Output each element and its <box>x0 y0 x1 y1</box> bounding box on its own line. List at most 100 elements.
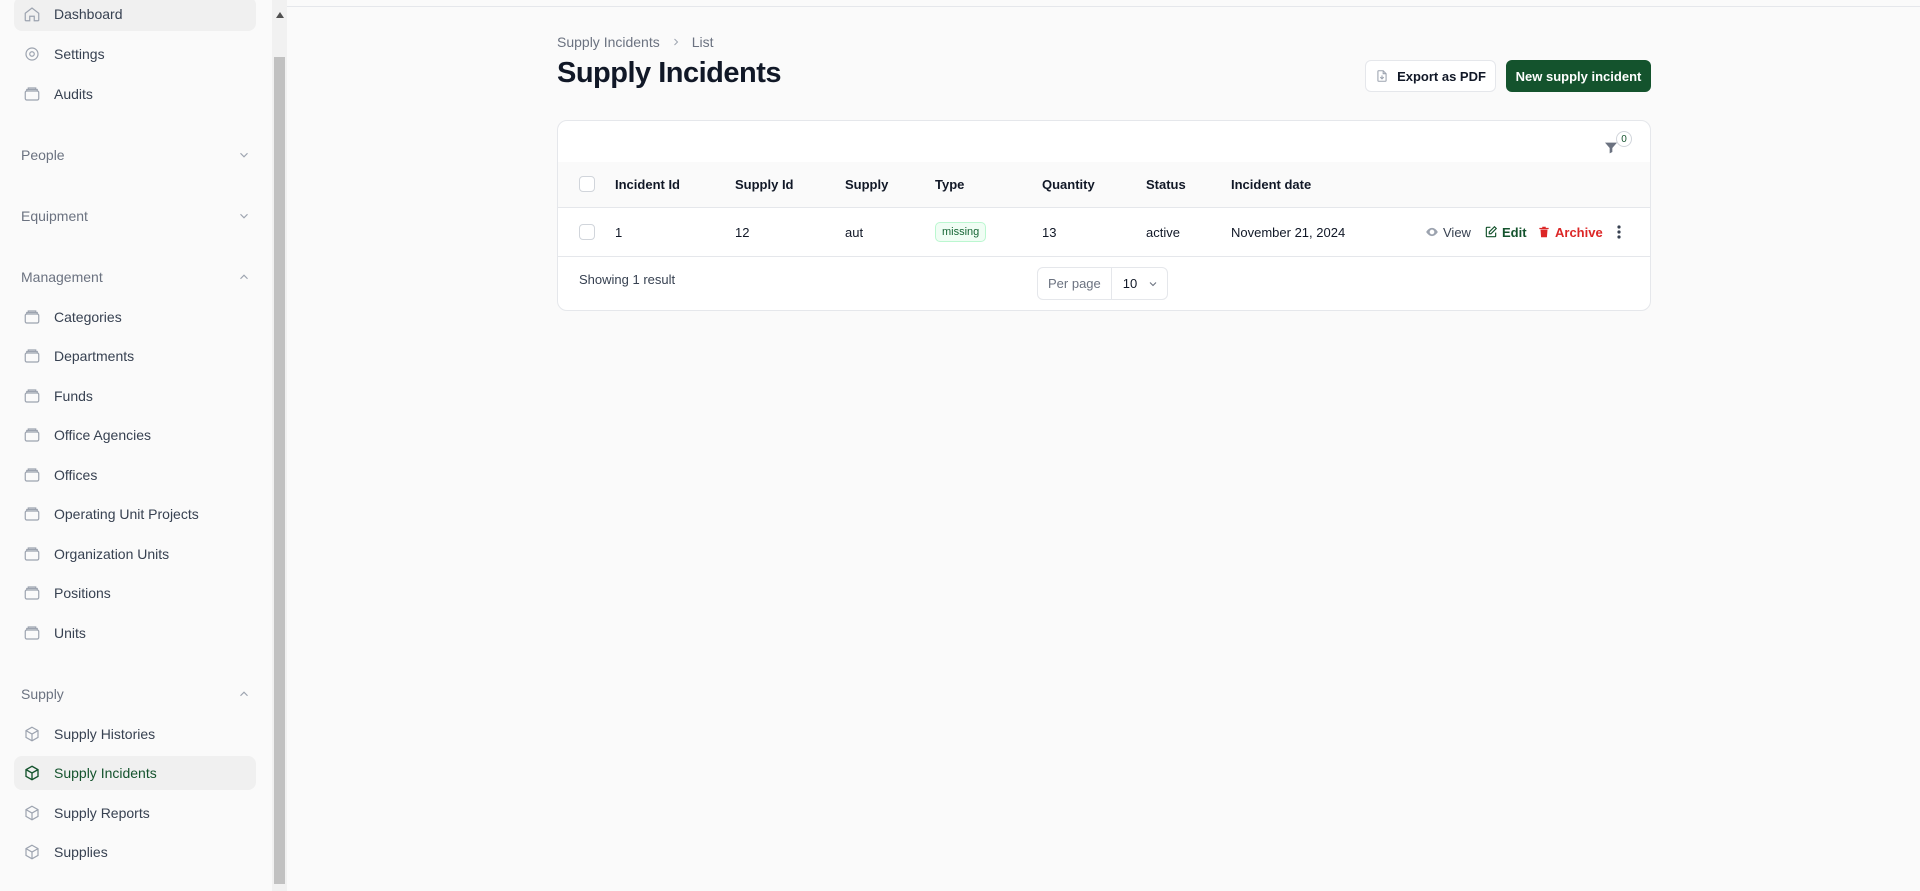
view-action-label: View <box>1443 224 1471 240</box>
per-page-value: 10 <box>1122 276 1138 291</box>
sidebar-group-supply[interactable]: Supply <box>21 686 251 702</box>
sidebar-item-operating-unit-projects[interactable]: Operating Unit Projects <box>14 497 256 531</box>
scrollbar-thumb[interactable] <box>274 57 285 884</box>
folder-icon <box>22 84 42 104</box>
sidebar-item-supplies[interactable]: Supplies <box>14 835 256 869</box>
column-header-quantity[interactable]: Quantity <box>1042 162 1095 207</box>
table-header: Incident Id Supply Id Supply Type Quanti… <box>558 162 1650 207</box>
sidebar-item-label: Positions <box>54 585 111 601</box>
sidebar-item-office-agencies[interactable]: Office Agencies <box>14 418 256 452</box>
incidents-table-card: 0 Incident Id Supply Id Supply Type Quan… <box>557 120 1651 311</box>
chevron-down-icon <box>237 148 251 162</box>
sidebar-item-label: Categories <box>54 309 122 325</box>
sidebar-item-supply-reports[interactable]: Supply Reports <box>14 796 256 830</box>
select-all-checkbox[interactable] <box>579 176 595 192</box>
cube-icon <box>22 763 42 783</box>
sidebar-group-label: Equipment <box>21 208 88 224</box>
home-icon <box>22 4 42 24</box>
folder-icon <box>22 583 42 603</box>
sidebar-item-label: Office Agencies <box>54 427 152 443</box>
per-page-select[interactable]: 10 <box>1112 268 1167 299</box>
column-header-supply[interactable]: Supply <box>845 162 888 207</box>
column-header-incident-date[interactable]: Incident date <box>1231 162 1311 207</box>
cell-incident-id: 1 <box>615 224 623 240</box>
folder-icon <box>22 307 42 327</box>
breadcrumb-parent-link[interactable]: Supply Incidents <box>557 34 660 50</box>
cell-status: active <box>1146 224 1180 240</box>
archive-action[interactable]: Archive <box>1537 208 1603 256</box>
archive-action-label: Archive <box>1555 224 1603 240</box>
cube-icon <box>22 842 42 862</box>
sidebar-group-label: Management <box>21 269 103 285</box>
sidebar-item-organization-units[interactable]: Organization Units <box>14 537 256 571</box>
cube-icon <box>22 803 42 823</box>
per-page-control: Per page 10 <box>1037 267 1169 300</box>
column-header-incident-id[interactable]: Incident Id <box>615 162 680 207</box>
cell-supply-id: 12 <box>735 224 750 240</box>
sidebar-item-supply-histories[interactable]: Supply Histories <box>14 717 256 751</box>
filter-button[interactable]: 0 <box>1602 131 1632 157</box>
sidebar-item-label: Settings <box>54 46 105 62</box>
chevron-right-icon <box>670 36 682 48</box>
sidebar: Dashboard Settings Audits People Equipme… <box>0 0 272 891</box>
cell-quantity: 13 <box>1042 224 1057 240</box>
row-checkbox[interactable] <box>579 224 595 240</box>
page-title: Supply Incidents <box>557 57 782 89</box>
sidebar-item-label: Units <box>54 625 86 641</box>
per-page-label: Per page <box>1038 268 1112 299</box>
sidebar-item-units[interactable]: Units <box>14 616 256 650</box>
sidebar-item-label: Departments <box>54 348 135 364</box>
edit-action-label: Edit <box>1502 224 1527 240</box>
cell-supply: aut <box>845 224 864 240</box>
table-row[interactable]: 1 12 aut missing 13 active November 21, … <box>558 208 1650 256</box>
breadcrumb-current: List <box>691 34 714 50</box>
sidebar-item-categories[interactable]: Categories <box>14 300 256 334</box>
eye-icon <box>1425 225 1439 239</box>
sidebar-item-supply-incidents[interactable]: Supply Incidents <box>14 756 256 790</box>
sidebar-group-management[interactable]: Management <box>21 269 251 285</box>
trash-icon <box>1537 225 1551 239</box>
view-action[interactable]: View <box>1425 208 1471 256</box>
sidebar-item-label: Operating Unit Projects <box>54 506 199 522</box>
sidebar-scrollbar[interactable] <box>272 0 287 891</box>
column-header-status[interactable]: Status <box>1146 162 1186 207</box>
sidebar-item-positions[interactable]: Positions <box>14 576 256 610</box>
chevron-down-icon <box>1147 278 1159 290</box>
sidebar-group-label: People <box>21 147 65 163</box>
sidebar-group-equipment[interactable]: Equipment <box>21 208 251 224</box>
sidebar-item-label: Offices <box>54 467 98 483</box>
gear-icon <box>22 44 42 64</box>
type-badge: missing <box>935 222 987 242</box>
chevron-down-icon <box>237 209 251 223</box>
column-header-type[interactable]: Type <box>935 162 964 207</box>
sidebar-group-label: Supply <box>21 686 64 702</box>
cell-incident-date: November 21, 2024 <box>1231 224 1346 240</box>
sidebar-item-dashboard[interactable]: Dashboard <box>14 0 256 31</box>
column-header-supply-id[interactable]: Supply Id <box>735 162 794 207</box>
cell-type: missing <box>935 208 987 256</box>
export-pdf-label: Export as PDF <box>1397 68 1486 84</box>
edit-icon <box>1484 225 1498 239</box>
folder-icon <box>22 504 42 524</box>
sidebar-item-label: Funds <box>54 388 93 404</box>
sidebar-item-label: Supplies <box>54 844 108 860</box>
new-supply-incident-button[interactable]: New supply incident <box>1506 60 1651 92</box>
folder-icon <box>22 544 42 564</box>
sidebar-item-audits[interactable]: Audits <box>14 77 256 111</box>
results-summary: Showing 1 result <box>579 272 676 287</box>
divider <box>558 256 1650 257</box>
export-pdf-button[interactable]: Export as PDF <box>1365 60 1496 92</box>
sidebar-item-label: Organization Units <box>54 546 170 562</box>
sidebar-item-departments[interactable]: Departments <box>14 339 256 373</box>
sidebar-item-offices[interactable]: Offices <box>14 458 256 492</box>
folder-icon <box>22 346 42 366</box>
more-actions-icon[interactable] <box>1617 208 1621 256</box>
sidebar-item-settings[interactable]: Settings <box>14 37 256 71</box>
edit-action[interactable]: Edit <box>1484 208 1527 256</box>
scroll-up-arrow-icon[interactable] <box>272 8 287 22</box>
sidebar-item-funds[interactable]: Funds <box>14 379 256 413</box>
cube-icon <box>22 724 42 744</box>
sidebar-group-people[interactable]: People <box>21 147 251 163</box>
folder-icon <box>22 386 42 406</box>
folder-icon <box>22 465 42 485</box>
